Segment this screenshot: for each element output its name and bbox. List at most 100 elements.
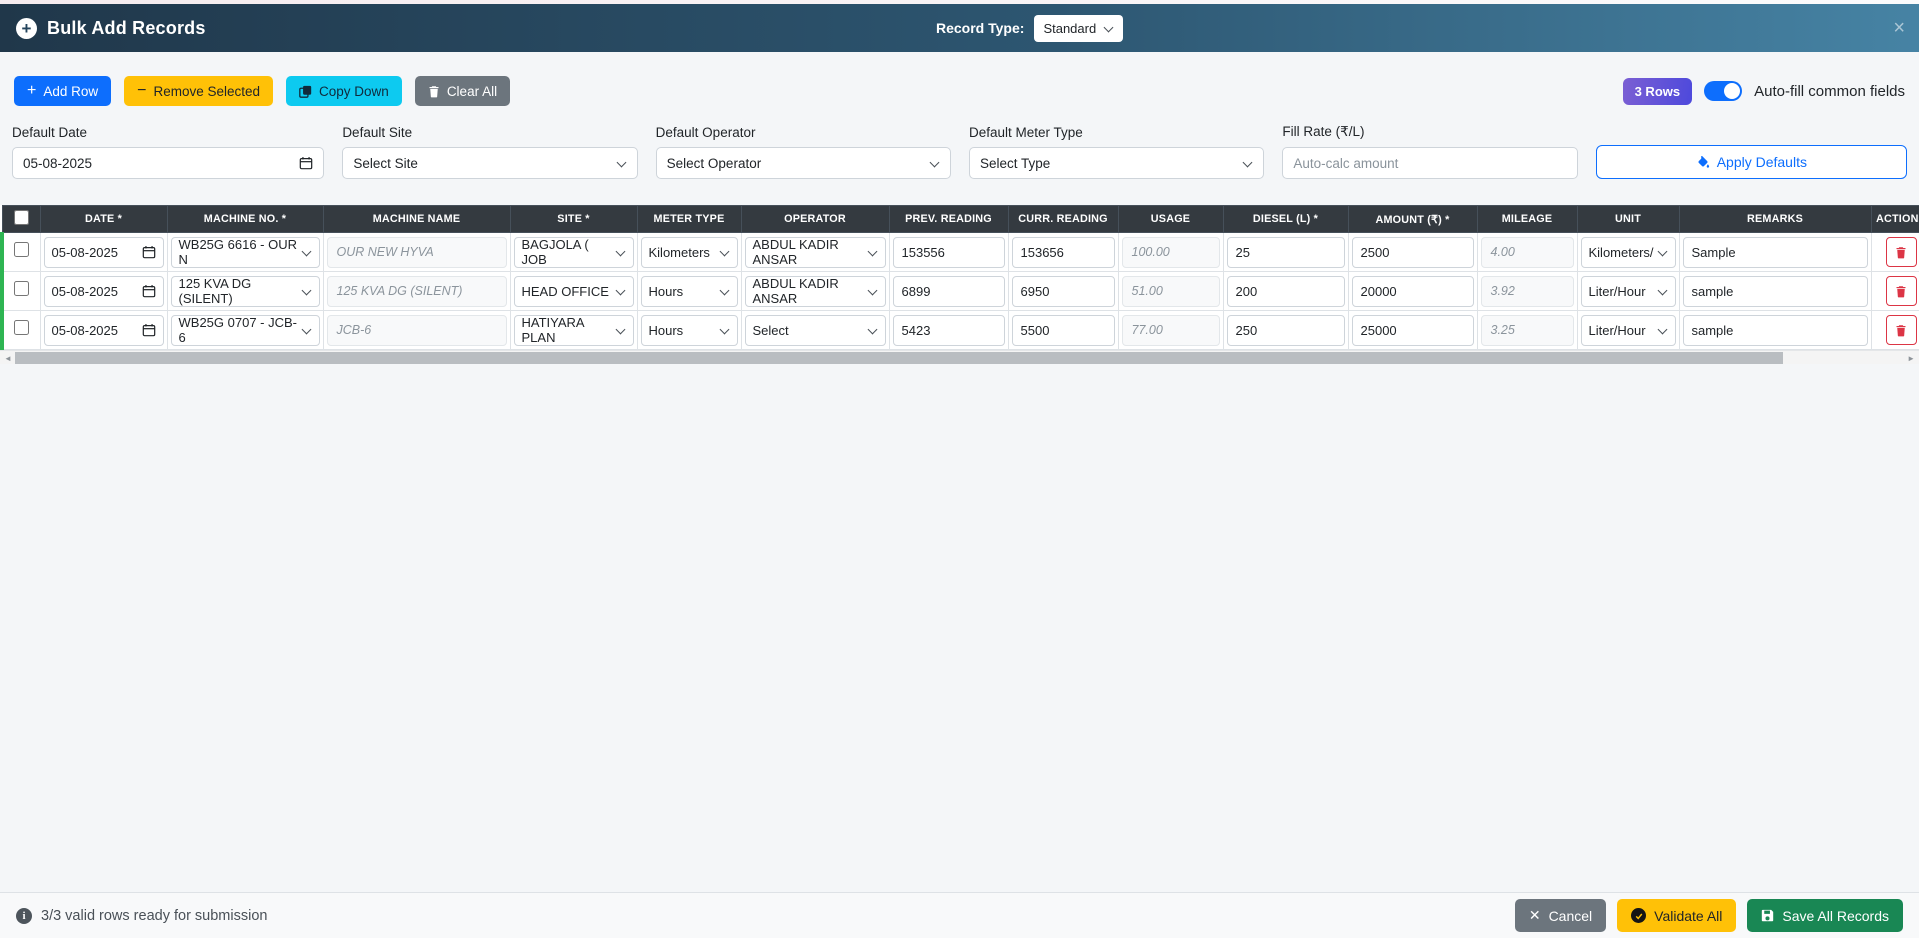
cancel-button[interactable]: ✕ Cancel xyxy=(1515,899,1606,932)
apply-defaults-button[interactable]: Apply Defaults xyxy=(1596,145,1907,179)
autofill-toggle[interactable] xyxy=(1704,81,1742,101)
record-type-select[interactable]: Standard xyxy=(1034,15,1123,42)
row-checkbox[interactable] xyxy=(14,242,29,257)
add-row-button[interactable]: + Add Row xyxy=(14,76,111,106)
remarks-input[interactable] xyxy=(1683,315,1868,346)
mileage-readonly: 4.00 xyxy=(1481,237,1574,268)
trash-icon xyxy=(1895,285,1907,298)
delete-row-button[interactable] xyxy=(1886,315,1917,345)
diesel-input[interactable] xyxy=(1227,276,1345,307)
default-date-input[interactable]: 05-08-2025 xyxy=(12,147,324,179)
col-operator: OPERATOR xyxy=(741,206,889,233)
info-icon: i xyxy=(16,908,32,924)
mileage-readonly: 3.25 xyxy=(1481,315,1574,346)
chevron-down-icon xyxy=(720,247,730,257)
machine-name-readonly: JCB-6 xyxy=(327,315,507,346)
default-meter-type-select[interactable]: Select Type xyxy=(969,147,1264,179)
diesel-input[interactable] xyxy=(1227,237,1345,268)
scroll-left-arrow[interactable]: ◄ xyxy=(4,354,12,363)
chevron-down-icon xyxy=(616,286,626,296)
scroll-right-arrow[interactable]: ► xyxy=(1907,354,1915,363)
chevron-down-icon xyxy=(1658,325,1668,335)
machine-no-select[interactable]: WB25G 0707 - JCB-6 xyxy=(171,315,320,346)
row-checkbox[interactable] xyxy=(14,320,29,335)
diesel-input[interactable] xyxy=(1227,315,1345,346)
default-operator-select[interactable]: Select Operator xyxy=(656,147,951,179)
default-site-label: Default Site xyxy=(342,125,637,140)
machine-no-select[interactable]: WB25G 6616 - OUR N xyxy=(171,237,320,268)
chevron-down-icon xyxy=(1658,247,1668,257)
row-checkbox[interactable] xyxy=(14,281,29,296)
operator-select[interactable]: ABDUL KADIR ANSAR xyxy=(745,237,886,268)
unit-select[interactable]: Liter/Hour xyxy=(1581,276,1676,307)
prev-reading-input[interactable] xyxy=(893,315,1005,346)
col-usage: USAGE xyxy=(1118,206,1223,233)
close-icon[interactable]: × xyxy=(1893,18,1905,38)
copy-down-button[interactable]: Copy Down xyxy=(286,76,402,106)
meter-type-select[interactable]: Kilometers xyxy=(641,237,738,268)
validation-status: 3/3 valid rows ready for submission xyxy=(41,908,267,924)
remove-selected-button[interactable]: − Remove Selected xyxy=(124,76,273,106)
chevron-down-icon xyxy=(616,325,626,335)
chevron-down-icon xyxy=(302,325,312,335)
table-header-row: DATE * MACHINE NO. * MACHINE NAME SITE *… xyxy=(2,206,1919,233)
remarks-input[interactable] xyxy=(1683,276,1868,307)
remarks-input[interactable] xyxy=(1683,237,1868,268)
delete-row-button[interactable] xyxy=(1886,276,1917,306)
meter-type-select[interactable]: Hours xyxy=(641,315,738,346)
date-input[interactable]: 05-08-2025 xyxy=(44,276,164,307)
modal-header: + Bulk Add Records Record Type: Standard… xyxy=(0,4,1919,52)
amount-input[interactable] xyxy=(1352,315,1474,346)
meter-type-select[interactable]: Hours xyxy=(641,276,738,307)
fill-rate-input[interactable] xyxy=(1282,147,1577,179)
check-circle-icon xyxy=(1631,908,1646,923)
chevron-down-icon xyxy=(868,325,878,335)
prev-reading-input[interactable] xyxy=(893,237,1005,268)
date-input[interactable]: 05-08-2025 xyxy=(44,237,164,268)
calendar-icon xyxy=(299,156,313,170)
clear-all-button[interactable]: Clear All xyxy=(415,76,510,106)
site-select[interactable]: BAGJOLA ( JOB xyxy=(514,237,634,268)
calendar-icon xyxy=(142,284,156,298)
col-meter-type: METER TYPE xyxy=(637,206,741,233)
chevron-down-icon xyxy=(868,247,878,257)
chevron-down-icon xyxy=(302,286,312,296)
site-select[interactable]: HEAD OFFICE xyxy=(514,276,634,307)
site-select[interactable]: HATIYARA PLAN xyxy=(514,315,634,346)
chevron-down-icon xyxy=(720,325,730,335)
prev-reading-input[interactable] xyxy=(893,276,1005,307)
calendar-icon xyxy=(142,323,156,337)
save-all-records-button[interactable]: Save All Records xyxy=(1747,899,1903,932)
default-meter-type-label: Default Meter Type xyxy=(969,125,1264,140)
delete-row-button[interactable] xyxy=(1886,237,1917,267)
curr-reading-input[interactable] xyxy=(1012,315,1115,346)
curr-reading-input[interactable] xyxy=(1012,276,1115,307)
amount-input[interactable] xyxy=(1352,237,1474,268)
chevron-down-icon xyxy=(1658,286,1668,296)
scrollbar-thumb[interactable] xyxy=(15,352,1783,364)
machine-name-readonly: OUR NEW HYVA xyxy=(327,237,507,268)
select-all-checkbox[interactable] xyxy=(14,210,29,225)
operator-select[interactable]: ABDUL KADIR ANSAR xyxy=(745,276,886,307)
table-row: 05-08-2025 125 KVA DG (SILENT) 125 KVA D… xyxy=(2,272,1919,311)
table-row: 05-08-2025 WB25G 6616 - OUR N OUR NEW HY… xyxy=(2,233,1919,272)
amount-input[interactable] xyxy=(1352,276,1474,307)
footer-bar: i 3/3 valid rows ready for submission ✕ … xyxy=(0,892,1919,938)
unit-select[interactable]: Liter/Hour xyxy=(1581,315,1676,346)
copy-icon xyxy=(299,85,312,98)
fill-rate-label: Fill Rate (₹/L) xyxy=(1282,124,1577,140)
unit-select[interactable]: Kilometers/ xyxy=(1581,237,1676,268)
operator-select[interactable]: Select xyxy=(745,315,886,346)
usage-readonly: 100.00 xyxy=(1122,237,1220,268)
default-site-select[interactable]: Select Site xyxy=(342,147,637,179)
default-date-label: Default Date xyxy=(12,125,324,140)
date-input[interactable]: 05-08-2025 xyxy=(44,315,164,346)
horizontal-scrollbar[interactable]: ◄ ► xyxy=(0,350,1919,364)
calendar-icon xyxy=(142,245,156,259)
machine-no-select[interactable]: 125 KVA DG (SILENT) xyxy=(171,276,320,307)
plus-circle-icon: + xyxy=(16,18,37,39)
chevron-down-icon xyxy=(720,286,730,296)
validate-all-button[interactable]: Validate All xyxy=(1617,899,1736,932)
chevron-down-icon xyxy=(1243,158,1253,168)
curr-reading-input[interactable] xyxy=(1012,237,1115,268)
